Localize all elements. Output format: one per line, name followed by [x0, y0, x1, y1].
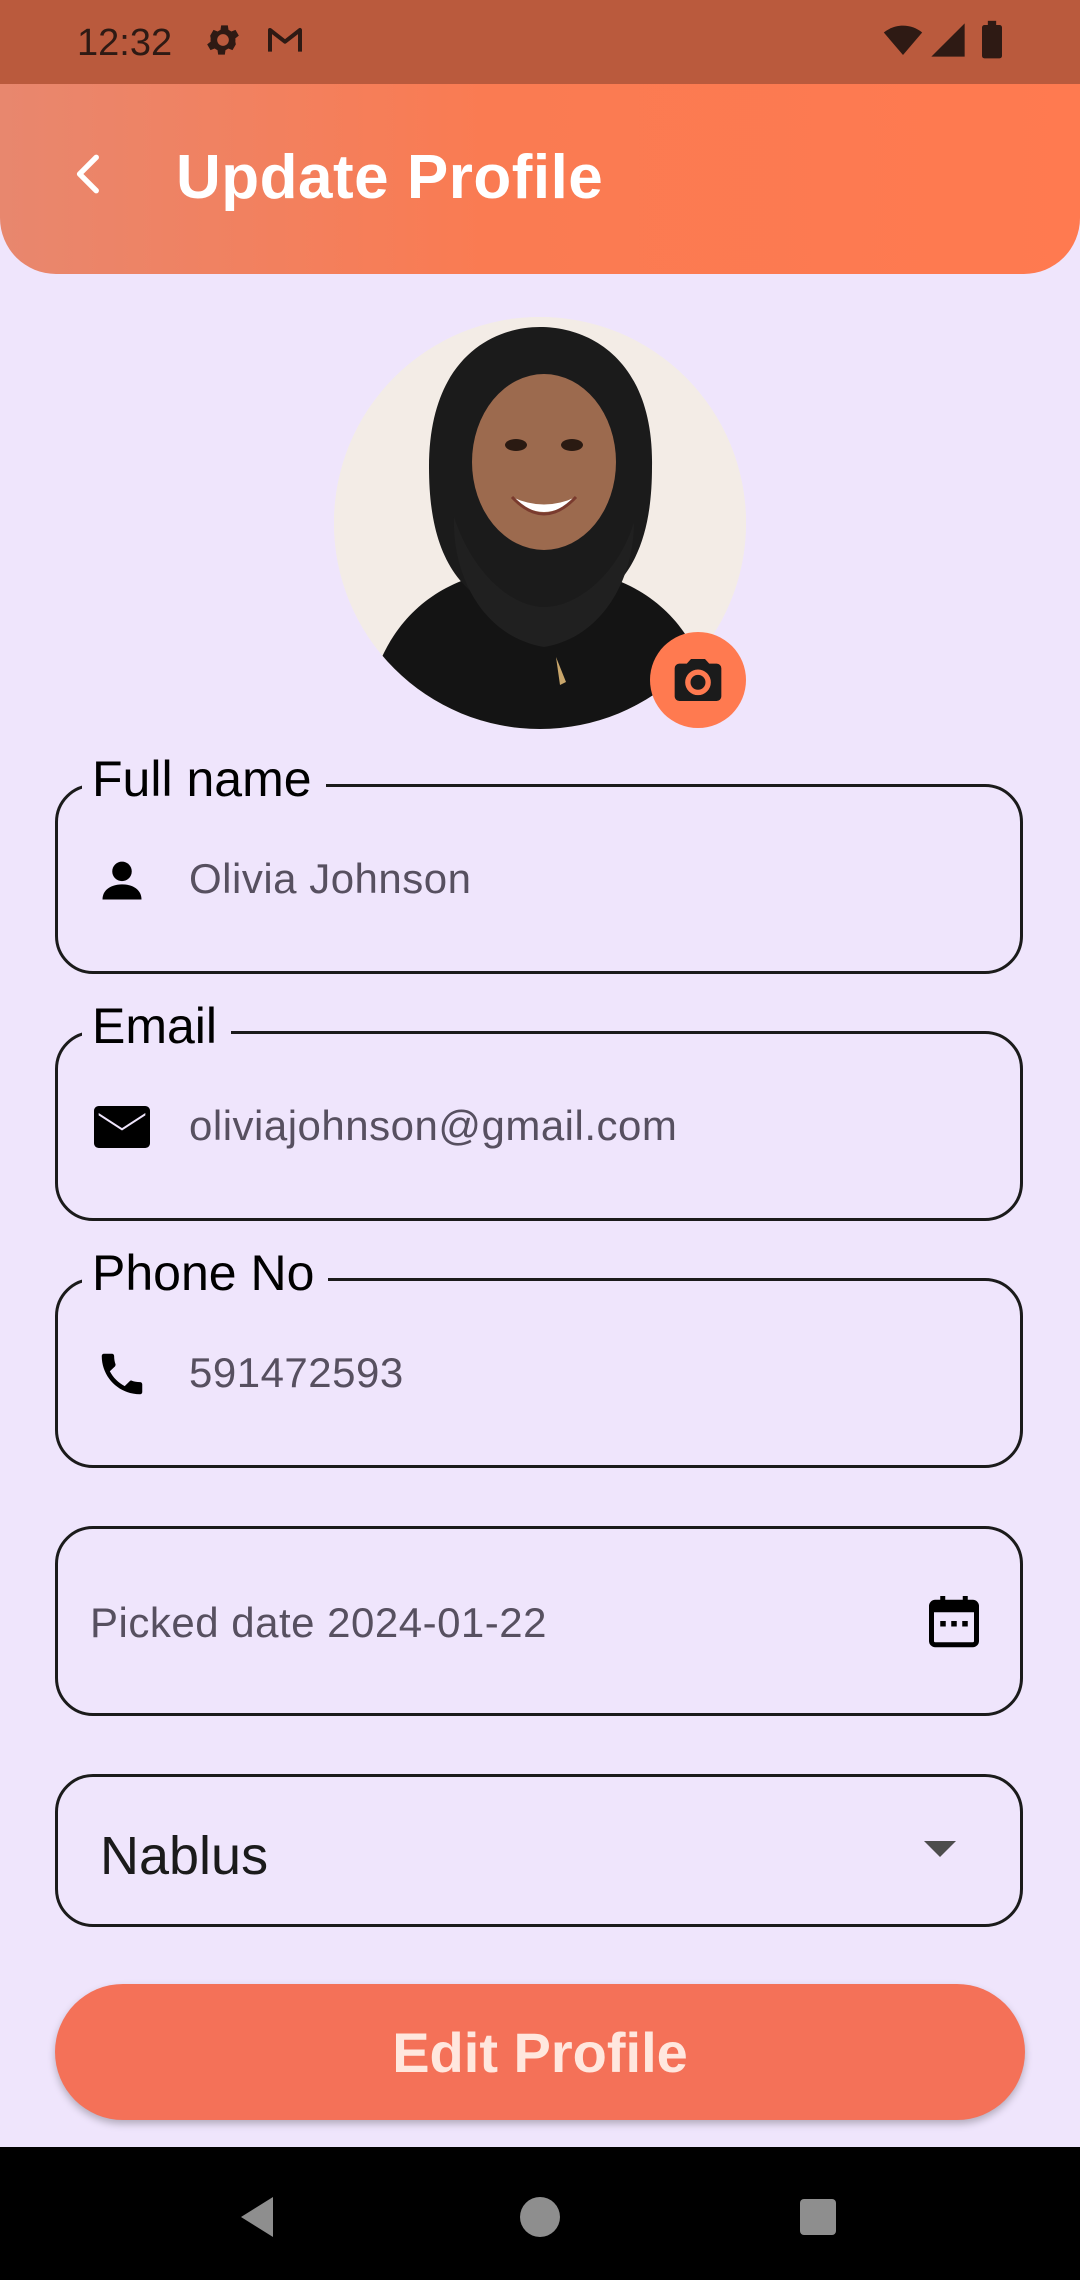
status-bar: 12:32 [0, 0, 1080, 84]
page-title: Update Profile [176, 143, 604, 212]
email-label: Email [82, 996, 232, 1056]
system-navigation-bar [0, 2147, 1080, 2280]
phone-value: 591472593 [189, 1349, 404, 1396]
city-dropdown[interactable]: Nablus [55, 1774, 1023, 1927]
nav-back-icon[interactable] [236, 2195, 278, 2239]
gmail-icon [268, 28, 302, 52]
change-photo-button[interactable] [650, 632, 746, 728]
phone-label: Phone No [82, 1243, 329, 1303]
battery-icon [982, 20, 1002, 59]
nav-home-icon[interactable] [518, 2195, 562, 2239]
cellular-signal-icon [931, 23, 965, 57]
picked-date-value: Picked date 2024-01-22 [90, 1599, 547, 1646]
full-name-field[interactable]: Full name Olivia Johnson [55, 749, 1023, 974]
calendar-icon[interactable] [924, 1591, 984, 1651]
city-selected-value: Nablus [100, 1826, 269, 1886]
edit-profile-button[interactable]: Edit Profile [55, 1984, 1025, 2120]
date-picker-field[interactable]: Picked date 2024-01-22 [55, 1526, 1023, 1716]
email-value: oliviajohnson@gmail.com [189, 1102, 678, 1149]
phone-field[interactable]: Phone No 591472593 [55, 1243, 1023, 1468]
person-icon [94, 852, 150, 908]
wifi-icon [883, 25, 923, 55]
phone-icon [94, 1346, 150, 1402]
camera-icon [674, 659, 722, 701]
full-name-label: Full name [82, 749, 326, 809]
app-bar: Update Profile [0, 84, 1080, 274]
mail-icon [94, 1099, 150, 1155]
nav-recents-icon[interactable] [798, 2197, 838, 2237]
back-button[interactable] [50, 134, 130, 214]
settings-gear-icon [207, 25, 239, 55]
dropdown-arrow-icon [924, 1841, 956, 1857]
full-name-value: Olivia Johnson [189, 855, 472, 902]
status-time: 12:32 [77, 22, 173, 64]
email-field[interactable]: Email oliviajohnson@gmail.com [55, 996, 1023, 1221]
chevron-left-icon [76, 154, 99, 194]
